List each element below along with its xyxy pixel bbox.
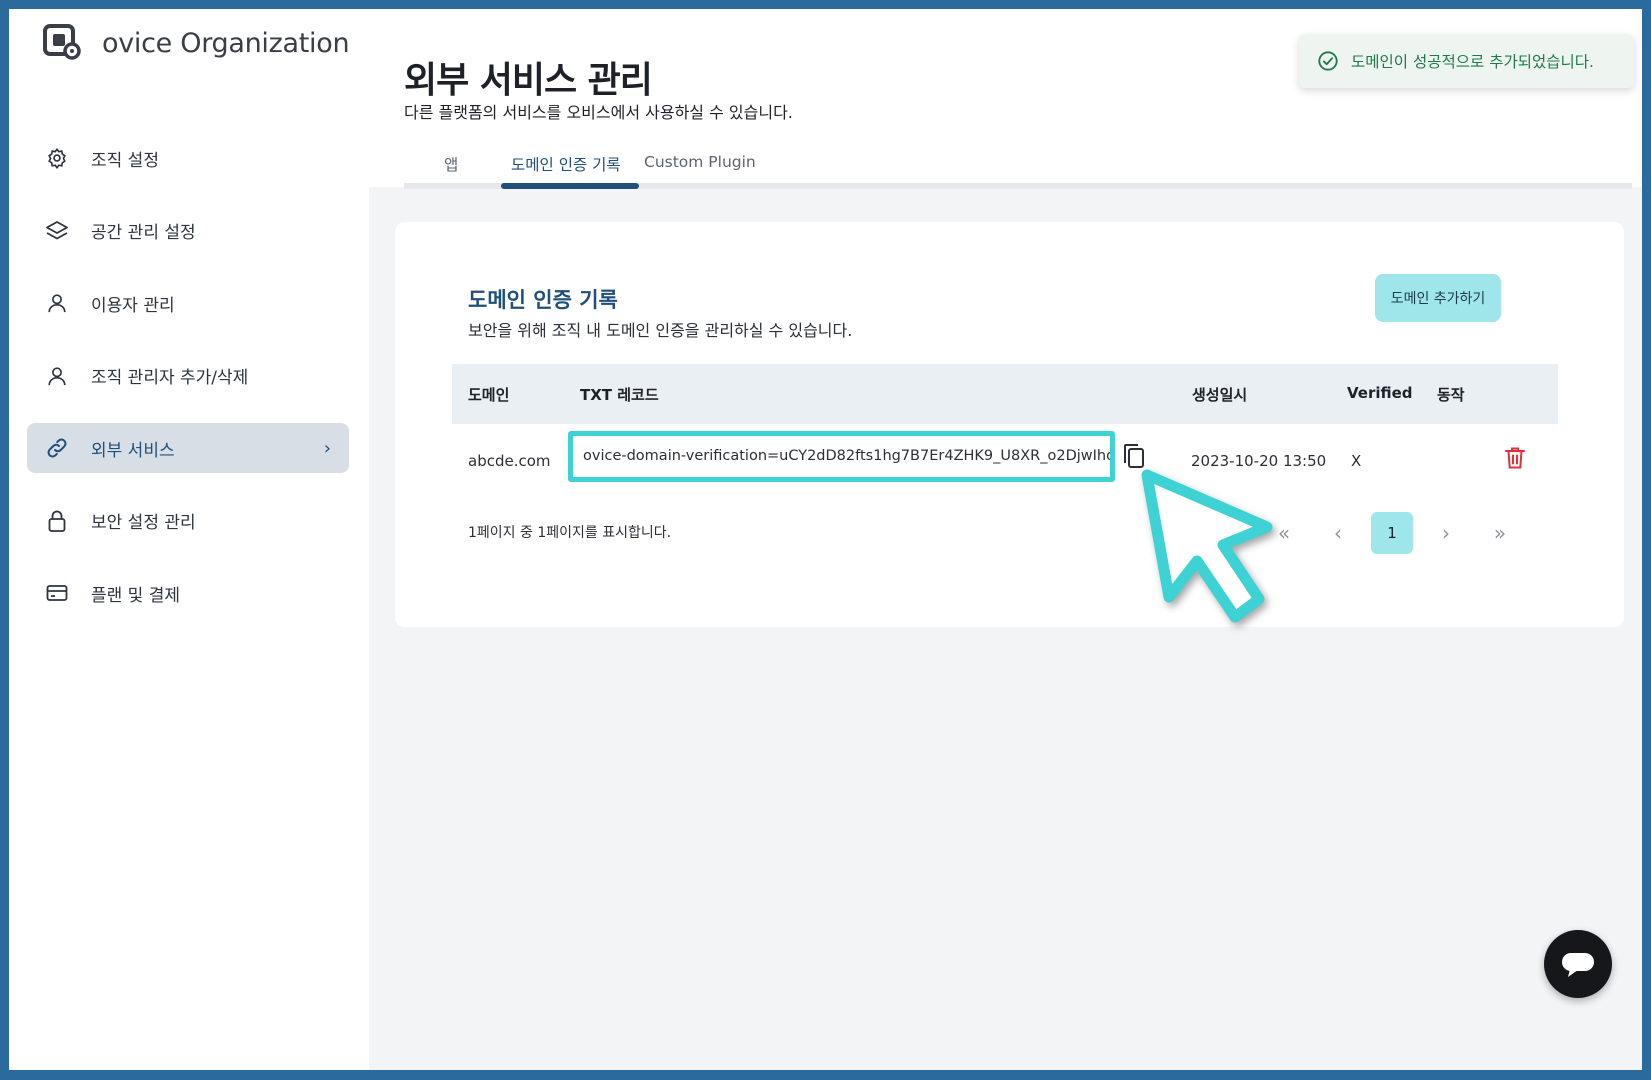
created-at-cell: 2023-10-20 13:50 [1191, 452, 1327, 470]
sidebar-item-label: 플랜 및 결제 [91, 585, 181, 606]
next-page-button[interactable]: › [1425, 512, 1467, 554]
sidebar-item-label: 조직 설정 [91, 150, 159, 171]
last-page-button[interactable]: » [1479, 512, 1521, 554]
sidebar-nav: 조직 설정 공간 관리 설정 이용자 관리 조직 관리자 추가/삭제 외부 서비… [27, 133, 349, 641]
sidebar-item-label: 이용자 관리 [91, 295, 175, 316]
trash-icon[interactable] [1504, 446, 1526, 470]
sidebar-item-label: 조직 관리자 추가/삭제 [91, 368, 249, 388]
domain-verification-card: 도메인 인증 기록 보안을 위해 조직 내 도메인 인증을 관리하실 수 있습니… [395, 222, 1624, 627]
column-header-actions: 동작 [1437, 386, 1465, 404]
page-subtitle: 다른 플랫폼의 서비스를 오비스에서 사용하실 수 있습니다. [404, 103, 793, 122]
success-toast: 도메인이 성공적으로 추가되었습니다. [1299, 34, 1634, 88]
brand[interactable]: ovice Organization [42, 23, 350, 63]
lock-icon [45, 509, 69, 533]
verified-cell: X [1351, 452, 1362, 470]
tab-domain-verification[interactable]: 도메인 인증 기록 [511, 153, 621, 175]
credit-card-icon [45, 581, 69, 605]
gear-icon [45, 146, 69, 170]
add-domain-button[interactable]: 도메인 추가하기 [1375, 274, 1501, 322]
card-subtitle: 보안을 위해 조직 내 도메인 인증을 관리하실 수 있습니다. [468, 321, 853, 340]
card-title: 도메인 인증 기록 [468, 288, 618, 312]
active-tab-indicator [501, 183, 639, 189]
sidebar-item-space-settings[interactable]: 공간 관리 설정 [27, 206, 349, 256]
sidebar-item-label: 공간 관리 설정 [91, 223, 196, 243]
pagination: « ‹ 1 › » [1263, 512, 1533, 554]
tab-bar: 앱 도메인 인증 기록 Custom Plugin [404, 147, 1632, 189]
chat-button[interactable] [1544, 930, 1612, 998]
column-header-verified: Verified [1347, 384, 1413, 402]
chat-bubble-icon [1562, 953, 1594, 977]
user-icon [45, 291, 69, 315]
mouse-pointer-icon [1141, 469, 1273, 623]
table-row: abcde.com ovice-domain-verification=uCY2… [452, 424, 1558, 504]
chevron-right-icon: › [323, 437, 331, 459]
link-icon [45, 436, 69, 460]
sidebar-item-user-management[interactable]: 이용자 관리 [27, 278, 349, 328]
sidebar-item-organization-settings[interactable]: 조직 설정 [27, 133, 349, 183]
toast-message: 도메인이 성공적으로 추가되었습니다. [1351, 53, 1594, 71]
previous-page-button[interactable]: ‹ [1317, 512, 1359, 554]
column-header-created-at: 생성일시 [1192, 386, 1248, 404]
ovice-logo-icon [43, 24, 81, 60]
layers-icon [45, 219, 69, 243]
sidebar-item-label: 보안 설정 관리 [91, 513, 196, 533]
check-circle-icon [1318, 51, 1338, 71]
column-header-domain: 도메인 [468, 386, 510, 404]
user-icon [45, 364, 69, 388]
sidebar-item-plan-billing[interactable]: 플랜 및 결제 [27, 568, 349, 618]
sidebar-item-admin-management[interactable]: 조직 관리자 추가/삭제 [27, 351, 349, 401]
pagination-info: 1페이지 중 1페이지를 표시합니다. [468, 525, 672, 541]
sidebar: ovice Organization 조직 설정 공간 관리 설정 이용자 관리… [9, 9, 369, 1070]
sidebar-item-label: 외부 서비스 [91, 440, 175, 461]
txt-record-cell[interactable]: ovice-domain-verification=uCY2dD82fts1hg… [568, 431, 1115, 482]
table-header: 도메인 TXT 레코드 생성일시 Verified 동작 [452, 364, 1558, 424]
organization-name: ovice Organization [102, 27, 350, 59]
page-title: 외부 서비스 관리 [404, 60, 653, 101]
copy-icon[interactable] [1122, 442, 1148, 472]
sidebar-item-security-settings[interactable]: 보안 설정 관리 [27, 496, 349, 546]
app-window: ovice Organization 조직 설정 공간 관리 설정 이용자 관리… [9, 9, 1642, 1070]
page-button-current[interactable]: 1 [1371, 512, 1413, 554]
column-header-txt-record: TXT 레코드 [580, 386, 659, 404]
sidebar-item-external-services[interactable]: 외부 서비스 › [27, 423, 349, 473]
tab-custom-plugin[interactable]: Custom Plugin [644, 153, 756, 171]
tab-apps[interactable]: 앱 [444, 153, 458, 175]
domain-cell: abcde.com [468, 452, 551, 470]
